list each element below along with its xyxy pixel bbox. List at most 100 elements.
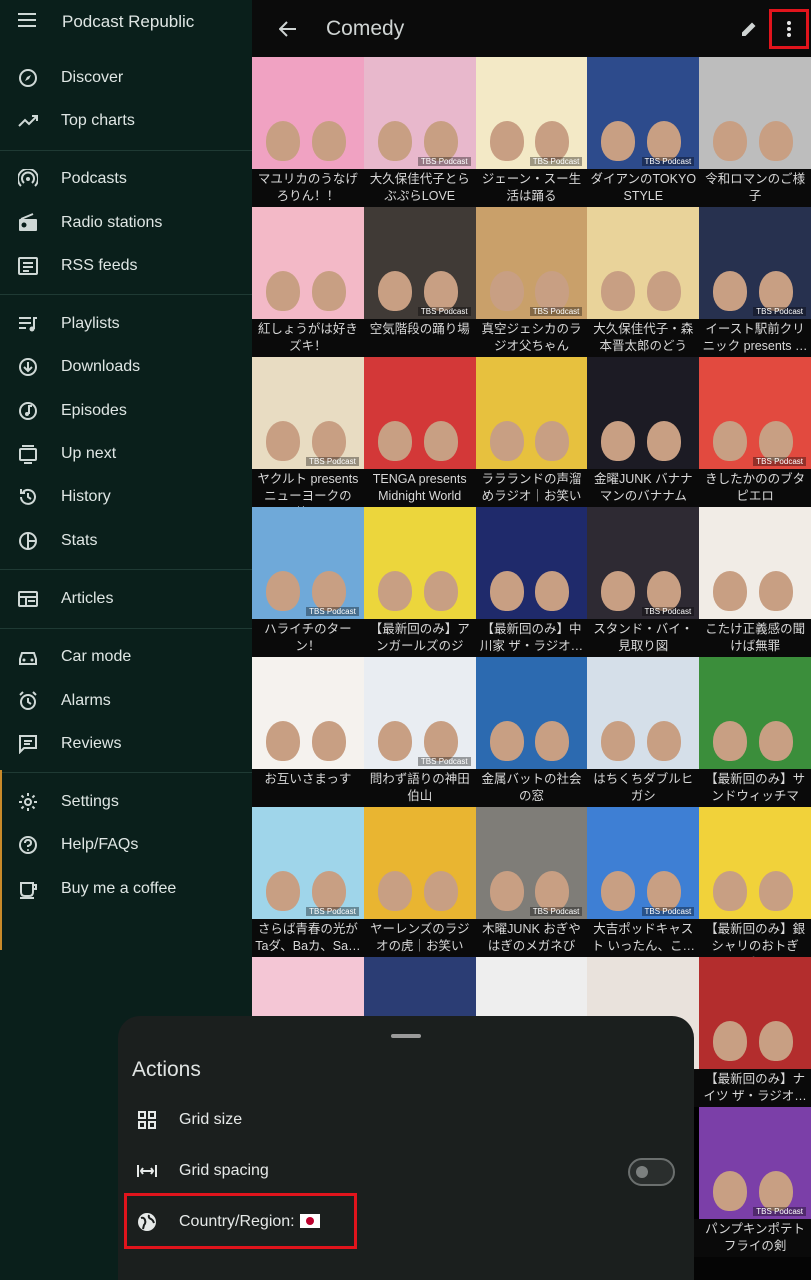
podcast-tile[interactable]: 金曜JUNK バナナマンのバナナムー… xyxy=(587,357,700,507)
drawer-item-downloads[interactable]: Downloads xyxy=(0,346,252,389)
podcast-tile[interactable]: TBS Podcast スタンド・バイ・見取り図 xyxy=(587,507,700,657)
podcast-tile[interactable]: TBS Podcast イースト駅前クリニック presents … xyxy=(699,207,811,357)
host-face xyxy=(423,871,458,911)
podcast-tile[interactable]: TENGA presents Midnight World C… xyxy=(363,357,476,507)
publisher-badge: TBS Podcast xyxy=(753,457,806,466)
drawer-item-label: Articles xyxy=(61,589,114,607)
podcast-title: ダイアンのTOKYO STYLE xyxy=(587,169,700,207)
podcast-tile[interactable]: TBS Podcast 大久保佳代子とらぶぷらLOVE xyxy=(363,57,476,207)
grid-icon xyxy=(136,1109,158,1131)
podcast-cover-image: TBS Podcast xyxy=(699,1107,811,1219)
podcast-tile[interactable]: TBS Podcast さらば青春の光がTaダ、Baカ、Sa… xyxy=(252,807,364,957)
grid-size-action[interactable]: Grid size xyxy=(118,1094,694,1145)
podcast-tile[interactable]: こたけ正義感の聞けば無罪 xyxy=(699,507,811,657)
podcast-cover-image xyxy=(699,807,811,919)
host-face xyxy=(266,421,300,461)
host-face xyxy=(535,571,570,611)
podcast-cover-image: TBS Podcast xyxy=(475,207,588,319)
drawer-item-help-faqs[interactable]: Help/FAQs xyxy=(0,824,252,867)
drawer-item-settings[interactable]: Settings xyxy=(0,780,252,823)
more-options-icon[interactable] xyxy=(769,8,809,49)
podcast-cover-image xyxy=(363,357,476,469)
host-face xyxy=(311,421,346,461)
podcast-tile[interactable]: TBS Podcast 真空ジェシカのラジオ父ちゃん xyxy=(475,207,588,357)
host-face xyxy=(647,871,682,911)
drawer-item-radio-stations[interactable]: Radio stations xyxy=(0,201,252,244)
grid-spacing-toggle[interactable] xyxy=(628,1158,675,1186)
podcast-tile[interactable]: TBS Podcast ダイアンのTOKYO STYLE xyxy=(587,57,700,207)
pie-chart-icon xyxy=(18,531,38,551)
podcast-tile[interactable]: ララランドの声溜めラジオ｜お笑いラ… xyxy=(475,357,588,507)
podcast-tile[interactable]: 紅しょうがは好きズキ！ xyxy=(252,207,364,357)
podcast-tile[interactable]: 【最新回のみ】中川家 ザ・ラジオ… xyxy=(475,507,588,657)
back-arrow-icon[interactable] xyxy=(268,9,308,49)
drawer-item-top-charts[interactable]: Top charts xyxy=(0,99,252,142)
drawer-item-stats[interactable]: Stats xyxy=(0,519,252,562)
podcast-title: 【最新回のみ】中川家 ザ・ラジオ… xyxy=(475,619,588,657)
drawer-item-playlists[interactable]: Playlists xyxy=(0,302,252,345)
podcast-icon xyxy=(18,169,38,189)
host-face xyxy=(311,721,346,761)
podcast-tile[interactable]: TBS Podcast 大吉ポッドキャスト いったん、こ… xyxy=(587,807,700,957)
publisher-badge: TBS Podcast xyxy=(529,157,583,166)
podcast-tile[interactable]: 【最新回のみ】ナイツ ザ・ラジオ… xyxy=(699,957,811,1107)
drawer-nav-list: Discover Top charts Podcasts Radio stations… xyxy=(0,56,252,910)
podcast-tile[interactable]: 【最新回のみ】サンドウィッチマン… xyxy=(699,657,811,807)
drawer-item-label: Reviews xyxy=(61,734,122,752)
podcast-tile[interactable]: TBS Podcast ハライチのターン！ xyxy=(252,507,364,657)
podcast-title: 大久保佳代子・森本晋太郎のどうぞ… xyxy=(587,319,700,357)
podcast-tile[interactable]: 令和ロマンのご様子 xyxy=(699,57,811,207)
podcast-title: 【最新回のみ】サンドウィッチマン… xyxy=(699,769,811,807)
drawer-item-buy-me-a-coffee[interactable]: Buy me a coffee xyxy=(0,867,252,910)
edit-pencil-icon[interactable] xyxy=(729,9,769,49)
drawer-divider xyxy=(0,149,252,151)
drawer-item-rss-feeds[interactable]: RSS feeds xyxy=(0,244,252,287)
podcast-tile[interactable]: マユリカのうなげろりん！！ xyxy=(252,57,364,207)
highlight-box xyxy=(124,1193,357,1249)
podcast-cover-image xyxy=(699,57,811,169)
podcast-tile[interactable]: ヤーレンズのラジオの虎｜お笑いラ… xyxy=(363,807,476,957)
publisher-badge: TBS Podcast xyxy=(417,157,471,166)
host-face xyxy=(713,871,748,911)
podcast-tile[interactable]: お互いさまっす xyxy=(252,657,364,807)
podcast-tile[interactable]: TBS Podcast きしたかののブタピエロ xyxy=(699,357,811,507)
host-face xyxy=(601,271,636,311)
drawer-item-reviews[interactable]: Reviews xyxy=(0,722,252,765)
podcast-cover-image xyxy=(587,207,700,319)
host-face xyxy=(713,1021,748,1061)
host-face xyxy=(377,271,412,311)
host-face xyxy=(713,1171,748,1211)
host-face xyxy=(489,571,524,611)
drawer-item-label: Radio stations xyxy=(61,213,163,231)
podcast-tile[interactable]: 大久保佳代子・森本晋太郎のどうぞ… xyxy=(587,207,700,357)
drawer-item-alarms[interactable]: Alarms xyxy=(0,679,252,722)
spacing-icon xyxy=(136,1160,158,1182)
podcast-tile[interactable]: TBS Podcast 木曜JUNK おぎやはぎのメガネびい… xyxy=(475,807,588,957)
drawer-item-podcasts[interactable]: Podcasts xyxy=(0,158,252,201)
sheet-drag-handle[interactable] xyxy=(391,1034,421,1038)
drawer-item-history[interactable]: History xyxy=(0,476,252,519)
podcast-tile[interactable]: TBS Podcast 問わず語りの神田伯山 xyxy=(363,657,476,807)
podcast-tile[interactable]: 【最新回のみ】銀シャリのおトぎば… xyxy=(699,807,811,957)
drawer-item-discover[interactable]: Discover xyxy=(0,56,252,99)
drawer-item-car-mode[interactable]: Car mode xyxy=(0,636,252,679)
podcast-tile[interactable]: TBS Podcast ヤクルト presents ニューヨークの放… xyxy=(252,357,364,507)
history-icon xyxy=(18,487,38,507)
host-face xyxy=(758,1171,793,1211)
podcast-tile[interactable]: TBS Podcast 空気階段の踊り場 xyxy=(363,207,476,357)
podcast-tile[interactable]: はちくちダブルヒガシ xyxy=(587,657,700,807)
podcast-tile[interactable]: 【最新回のみ】アンガールズのジャ… xyxy=(363,507,476,657)
menu-icon[interactable] xyxy=(18,12,38,33)
drawer-divider xyxy=(0,294,252,296)
podcast-tile[interactable]: TBS Podcast パンプキンポテトフライの剣 xyxy=(699,1107,811,1257)
podcast-tile[interactable]: TBS Podcast ジェーン・スー生活は踊る xyxy=(475,57,588,207)
drawer-item-episodes[interactable]: Episodes xyxy=(0,389,252,432)
drawer-item-up-next[interactable]: Up next xyxy=(0,432,252,475)
host-face xyxy=(489,271,524,311)
podcast-tile[interactable]: 金属バットの社会の窓 xyxy=(475,657,588,807)
podcast-title: 令和ロマンのご様子 xyxy=(699,169,811,207)
host-face xyxy=(489,721,524,761)
host-face xyxy=(601,571,636,611)
drawer-item-articles[interactable]: Articles xyxy=(0,577,252,620)
grid-spacing-action[interactable]: Grid spacing xyxy=(118,1145,694,1196)
